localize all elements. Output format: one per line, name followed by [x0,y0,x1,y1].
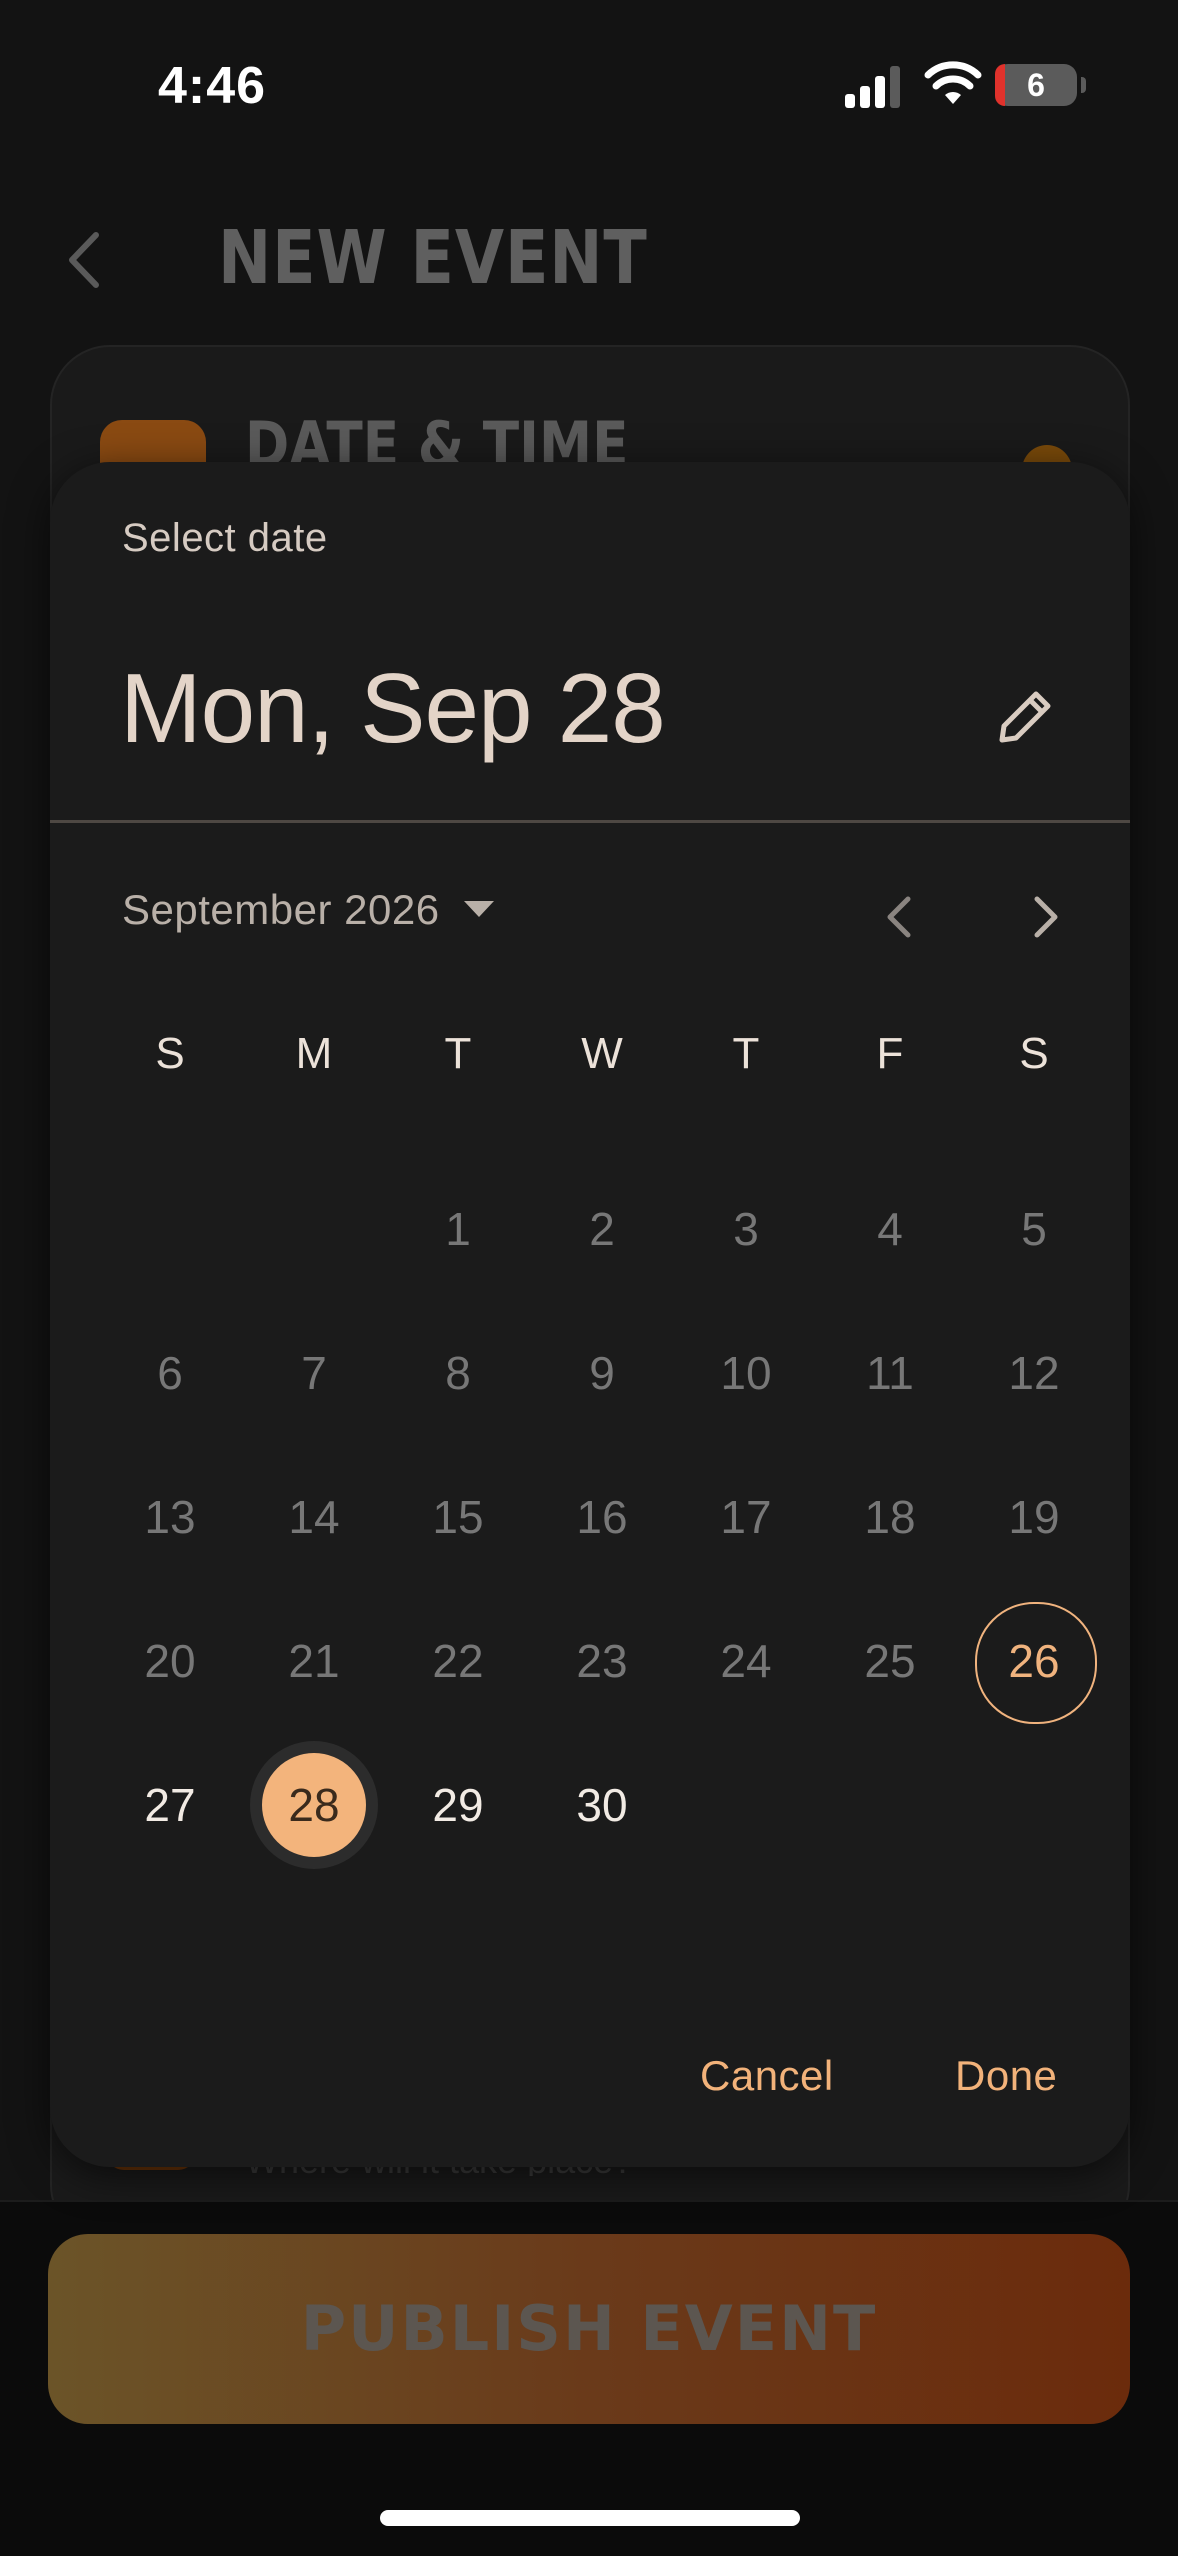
day-cell[interactable]: 30 [530,1733,674,1877]
day-cell: 18 [818,1445,962,1589]
date-picker-dialog: Select date Mon, Sep 28 September 2026 S… [50,462,1130,2167]
day-number: 6 [157,1347,183,1399]
day-cell: 9 [530,1301,674,1445]
blank-day-cell [242,1157,386,1301]
weekday-label: F [876,1029,904,1078]
month-year-dropdown[interactable]: September 2026 [122,870,494,950]
day-cell: 11 [818,1301,962,1445]
day-cell: 1 [386,1157,530,1301]
day-cell: 25 [818,1589,962,1733]
blank-day-cell [98,1157,242,1301]
day-cell: 17 [674,1445,818,1589]
day-number: 9 [589,1347,615,1399]
day-cell: 13 [98,1445,242,1589]
day-number: 3 [733,1203,759,1255]
day-number: 19 [1008,1491,1060,1543]
month-year-label: September 2026 [122,886,440,933]
day-cell: 15 [386,1445,530,1589]
selected-date-headline: Mon, Sep 28 [120,653,666,763]
day-number: 23 [576,1635,628,1687]
weekday-label: S [1019,1029,1049,1078]
battery-level: 6 [1027,67,1045,103]
day-number: 18 [864,1491,916,1543]
day-number: 24 [720,1635,772,1687]
status-bar: 4:46 6 [0,0,1178,170]
status-time: 4:46 [158,57,267,115]
day-number: 5 [1021,1203,1047,1255]
day-number: 4 [877,1203,903,1255]
today-day-cell[interactable]: 26 [962,1589,1106,1733]
day-number: 20 [144,1635,196,1687]
day-number: 29 [432,1779,484,1831]
day-cell: 14 [242,1445,386,1589]
day-number: 25 [864,1635,916,1687]
day-number: 7 [301,1347,327,1399]
day-cell: 22 [386,1589,530,1733]
home-indicator[interactable] [380,2510,800,2526]
day-cell: 4 [818,1157,962,1301]
day-cell: 7 [242,1301,386,1445]
day-cell: 10 [674,1301,818,1445]
day-number: 26 [1008,1635,1060,1687]
publish-event-label: PUBLISH EVENT [300,2292,878,2365]
day-number: 12 [1008,1347,1060,1399]
selected-day-cell[interactable]: 28 [242,1733,386,1877]
day-cell: 23 [530,1589,674,1733]
day-number: 10 [720,1347,772,1399]
day-cell[interactable]: 27 [98,1733,242,1877]
day-number: 21 [288,1635,340,1687]
day-cell: 16 [530,1445,674,1589]
day-cell: 3 [674,1157,818,1301]
day-number: 15 [432,1491,484,1543]
page-title: NEW EVENT [218,215,648,301]
day-cell: 2 [530,1157,674,1301]
day-cell: 20 [98,1589,242,1733]
done-button[interactable]: Done [955,2052,1057,2100]
day-number: 1 [445,1203,471,1255]
day-number: 30 [576,1779,628,1831]
weekday-label: W [581,1029,623,1078]
day-number: 22 [432,1635,484,1687]
day-number: 27 [144,1779,196,1831]
weekday-header-row: SMTWTFS [98,1014,1106,1094]
weekday-label: T [732,1029,760,1078]
publish-event-button[interactable]: PUBLISH EVENT [48,2234,1130,2424]
day-cell: 8 [386,1301,530,1445]
pencil-icon[interactable] [990,682,1060,752]
calendar-day-grid: 1 2 3 4 5 6 7 8 9 10 11 12 13 14 15 16 17 18 19 20 21 22 23 24 2… [98,1157,1106,1877]
day-cell: 21 [242,1589,386,1733]
day-number: 14 [288,1491,340,1543]
day-number: 17 [720,1491,772,1543]
dialog-divider [50,820,1130,823]
chevron-left-icon[interactable] [860,877,940,957]
day-cell: 24 [674,1589,818,1733]
battery-icon: 6 [995,64,1086,106]
wifi-icon [924,61,982,104]
day-number: 2 [589,1203,615,1255]
dialog-label: Select date [122,516,328,560]
cellular-signal-icon [845,64,901,108]
day-cell: 5 [962,1157,1106,1301]
weekday-label: M [295,1029,333,1078]
day-cell: 12 [962,1301,1106,1445]
day-number: 28 [288,1779,340,1831]
day-number: 16 [576,1491,628,1543]
day-cell: 6 [98,1301,242,1445]
cancel-button[interactable]: Cancel [700,2052,834,2100]
weekday-label: T [444,1029,472,1078]
chevron-right-icon[interactable] [1005,877,1085,957]
weekday-label: S [155,1029,185,1078]
back-arrow-icon[interactable] [56,225,112,295]
day-number: 11 [866,1347,914,1399]
day-number: 8 [445,1347,471,1399]
day-number: 13 [144,1491,196,1543]
day-cell[interactable]: 29 [386,1733,530,1877]
dropdown-triangle-icon [463,901,494,917]
day-cell: 19 [962,1445,1106,1589]
